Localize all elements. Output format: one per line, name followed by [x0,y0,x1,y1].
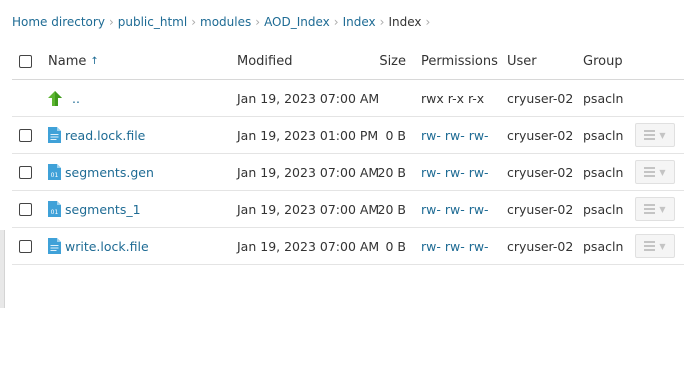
row-actions-menu-button[interactable]: ▼ [635,123,675,147]
breadcrumb-separator-icon: › [379,15,385,29]
group-cell: psacln [583,164,624,180]
breadcrumb-modules[interactable]: modules [200,15,251,29]
chevron-down-icon: ▼ [659,167,666,177]
user-cell: cryuser-02 [507,164,574,180]
sort-ascending-icon: ↑ [90,55,99,67]
user-cell: cryuser-02 [507,127,574,143]
breadcrumb-separator-icon: › [108,15,114,29]
chevron-down-icon: ▼ [659,241,666,251]
binary-file-icon: 01 [48,164,61,180]
chevron-down-icon: ▼ [659,130,666,140]
select-all-checkbox[interactable] [19,54,32,68]
row-actions-menu-button[interactable]: ▼ [635,197,675,221]
menu-icon [644,167,656,177]
binary-file-icon: 01 [48,201,61,217]
row-actions-menu-button[interactable]: ▼ [635,160,675,184]
menu-icon [644,130,656,140]
group-cell: psacln [583,90,624,106]
parent-directory-row[interactable]: .. Jan 19, 2023 07:00 AM rwx r-x r-x cry… [12,80,684,117]
column-header-name[interactable]: Name ↑ [48,43,99,79]
chevron-down-icon: ▼ [659,204,666,214]
row-checkbox[interactable] [19,165,32,179]
permissions-link[interactable]: rw- rw- rw- [421,165,489,180]
modified-cell: Jan 19, 2023 07:00 AM [237,201,380,217]
menu-icon [644,204,656,214]
text-file-icon [48,127,61,143]
file-name-link[interactable]: segments.gen [65,165,154,180]
menu-icon [644,241,656,251]
table-header: Name ↑ Modified Size Permissions User Gr… [12,43,684,80]
modified-cell: Jan 19, 2023 07:00 AM [237,238,380,254]
column-header-permissions[interactable]: Permissions [421,43,498,79]
column-header-group[interactable]: Group [583,43,623,79]
column-header-name-label: Name [48,53,87,69]
column-header-user[interactable]: User [507,43,537,79]
breadcrumb-separator-icon: › [425,15,431,29]
breadcrumb-current-index: Index [388,15,422,29]
size-cell: 0 B [385,238,406,254]
svg-text:01: 01 [51,209,59,216]
modified-cell: Jan 19, 2023 07:00 AM [237,164,380,180]
permissions-link[interactable]: rw- rw- rw- [421,239,489,254]
size-cell: 20 B [377,164,406,180]
user-cell: cryuser-02 [507,90,574,106]
size-cell: 20 B [377,201,406,217]
breadcrumb-separator-icon: › [255,15,261,29]
breadcrumb-aod-index[interactable]: AOD_Index [264,15,330,29]
file-name-link[interactable]: read.lock.file [65,128,145,143]
breadcrumb-public-html[interactable]: public_html [118,15,187,29]
group-cell: psacln [583,127,624,143]
row-checkbox[interactable] [19,239,32,253]
table-row: 01 segments.gen Jan 19, 2023 07:00 AM 20… [12,154,684,191]
breadcrumb-separator-icon: › [333,15,339,29]
row-checkbox[interactable] [19,202,32,216]
breadcrumb: Home directory › public_html › modules ›… [12,13,434,31]
modified-cell: Jan 19, 2023 01:00 PM [237,127,379,143]
column-header-size[interactable]: Size [370,43,406,79]
permissions-cell: rwx r-x r-x [421,90,485,106]
file-table: Name ↑ Modified Size Permissions User Gr… [12,43,684,265]
group-cell: psacln [583,201,624,217]
file-name-link[interactable]: write.lock.file [65,239,149,254]
group-cell: psacln [583,238,624,254]
table-row: 01 segments_1 Jan 19, 2023 07:00 AM 20 B… [12,191,684,228]
svg-text:01: 01 [51,172,59,179]
breadcrumb-index[interactable]: Index [343,15,376,29]
table-row: write.lock.file Jan 19, 2023 07:00 AM 0 … [12,228,684,265]
permissions-link[interactable]: rw- rw- rw- [421,202,489,217]
modified-cell: Jan 19, 2023 07:00 AM [237,90,380,106]
row-checkbox[interactable] [19,128,32,142]
file-name-link[interactable]: segments_1 [65,202,141,217]
parent-directory-link[interactable]: .. [72,91,80,106]
user-cell: cryuser-02 [507,201,574,217]
text-file-icon [48,238,61,254]
user-cell: cryuser-02 [507,238,574,254]
column-header-modified[interactable]: Modified [237,43,292,79]
table-row: read.lock.file Jan 19, 2023 01:00 PM 0 B… [12,117,684,154]
parent-folder-up-arrow-icon [48,90,62,106]
left-scroll-edge [0,230,5,308]
row-actions-menu-button[interactable]: ▼ [635,234,675,258]
size-cell: 0 B [385,127,406,143]
breadcrumb-home-directory[interactable]: Home directory [12,15,105,29]
breadcrumb-separator-icon: › [191,15,197,29]
permissions-link[interactable]: rw- rw- rw- [421,128,489,143]
